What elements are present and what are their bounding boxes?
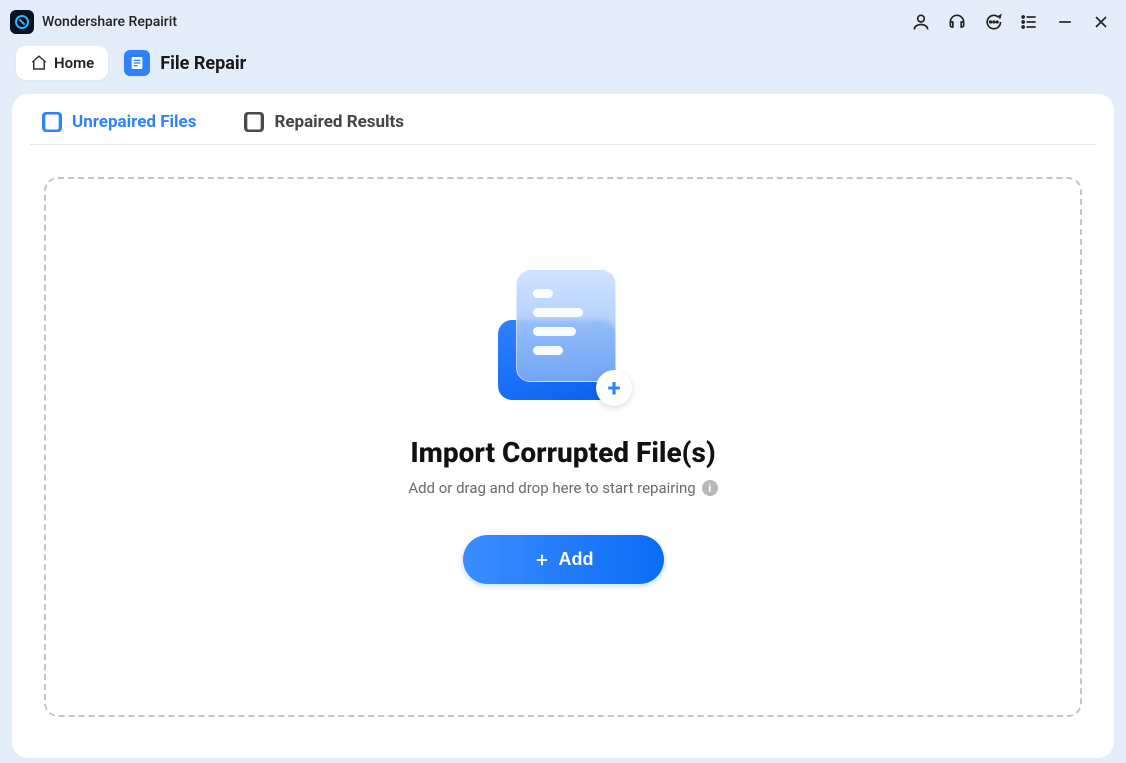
import-dropzone[interactable]: + Import Corrupted File(s) Add or drag a… — [44, 177, 1082, 717]
info-icon[interactable]: i — [702, 480, 718, 496]
document-lines-icon — [42, 112, 62, 132]
home-button[interactable]: Home — [16, 46, 108, 80]
section-header: File Repair — [124, 50, 246, 76]
add-button-label: Add — [559, 549, 594, 570]
minimize-icon[interactable] — [1054, 11, 1076, 33]
tab-label: Unrepaired Files — [72, 112, 196, 132]
tab-repaired[interactable]: Repaired Results — [244, 112, 404, 132]
feedback-icon[interactable] — [982, 11, 1004, 33]
support-icon[interactable] — [946, 11, 968, 33]
add-button[interactable]: Add — [463, 535, 664, 584]
breadcrumb: Home File Repair — [0, 40, 1126, 94]
file-repair-icon — [124, 50, 150, 76]
document-clock-icon — [244, 112, 264, 132]
home-label: Home — [54, 54, 94, 72]
tab-unrepaired[interactable]: Unrepaired Files — [42, 112, 196, 132]
account-icon[interactable] — [910, 11, 932, 33]
import-illustration: + — [488, 270, 638, 410]
plus-badge-icon: + — [596, 370, 632, 406]
menu-icon[interactable] — [1018, 11, 1040, 33]
dropzone-subline: Add or drag and drop here to start repai… — [408, 479, 695, 497]
dropzone-headline: Import Corrupted File(s) — [410, 436, 715, 469]
close-icon[interactable] — [1090, 11, 1112, 33]
app-logo — [10, 10, 34, 34]
tab-label: Repaired Results — [274, 112, 404, 132]
section-title: File Repair — [160, 53, 246, 74]
app-title: Wondershare Repairit — [42, 14, 177, 30]
